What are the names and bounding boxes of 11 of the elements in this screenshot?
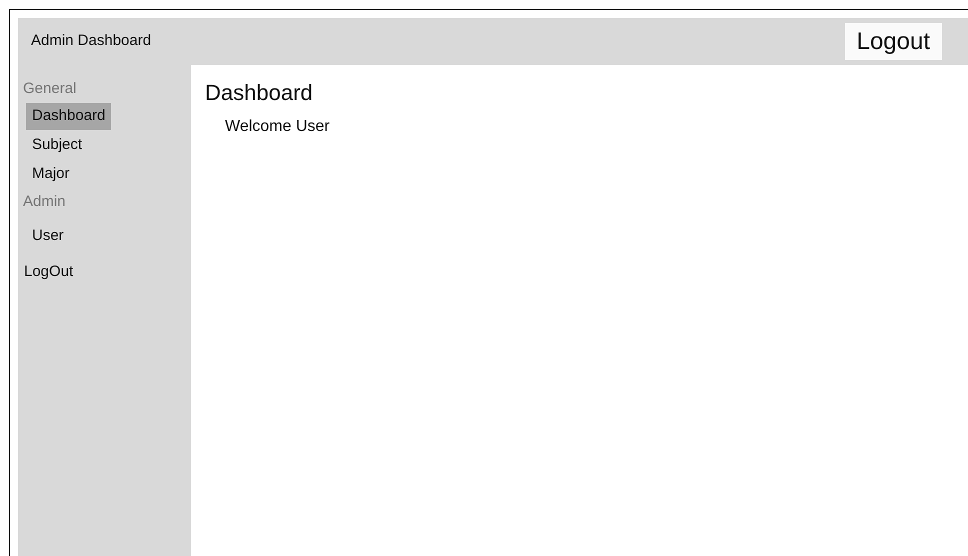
logout-link[interactable]: LogOut xyxy=(18,261,191,284)
sidebar-item[interactable]: Major xyxy=(26,161,76,188)
section-heading: General xyxy=(22,79,78,99)
section-heading: Admin xyxy=(22,192,67,212)
page-title: Dashboard xyxy=(205,79,314,107)
sidebar-item[interactable]: Dashboard xyxy=(26,103,112,130)
logout-button[interactable]: Logout xyxy=(844,23,942,60)
app-title: Admin Dashboard xyxy=(31,31,152,52)
sidebar-item[interactable]: User xyxy=(26,222,70,250)
welcome-text: Welcome User xyxy=(224,117,331,137)
sidebar-item[interactable]: Subject xyxy=(26,132,88,159)
